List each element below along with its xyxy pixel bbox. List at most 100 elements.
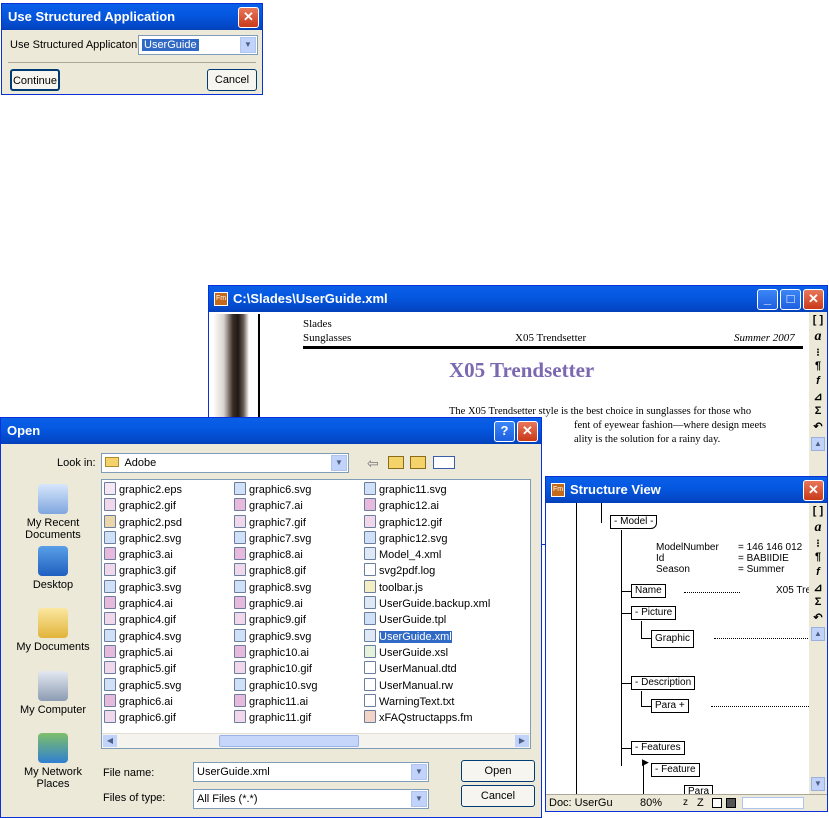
graphic-element[interactable]: Graphic bbox=[651, 630, 695, 648]
file-item[interactable]: graphic7.svg bbox=[234, 530, 318, 547]
scroll-left-button[interactable]: ◀ bbox=[103, 735, 117, 747]
zoom-in-button[interactable]: Z bbox=[697, 795, 704, 811]
file-item[interactable]: graphic8.svg bbox=[234, 579, 318, 596]
place-network[interactable]: My Network Places bbox=[5, 733, 101, 790]
files-of-type-select[interactable]: All Files (*.*) ▼ bbox=[193, 789, 429, 809]
file-item[interactable]: graphic6.svg bbox=[234, 482, 318, 498]
undo-icon[interactable]: ↶ bbox=[811, 611, 825, 624]
features-element[interactable]: - Features bbox=[631, 741, 685, 755]
file-item[interactable]: graphic9.gif bbox=[234, 612, 318, 628]
file-item[interactable]: toolbar.js bbox=[364, 579, 490, 596]
picture-element[interactable]: - Picture bbox=[631, 606, 677, 620]
minimize-button[interactable]: _ bbox=[757, 289, 778, 310]
place-desktop[interactable]: Desktop bbox=[5, 546, 101, 591]
graphics-icon[interactable]: ⊿ bbox=[811, 581, 825, 594]
help-button[interactable]: ? bbox=[494, 421, 515, 442]
file-item[interactable]: graphic4.ai bbox=[104, 596, 182, 612]
graphics-icon[interactable]: ⊿ bbox=[811, 390, 825, 403]
function-icon[interactable]: f bbox=[811, 566, 825, 578]
file-item[interactable]: graphic3.ai bbox=[104, 547, 182, 563]
file-item-selected[interactable]: UserGuide.xml bbox=[364, 628, 490, 645]
scroll-up-button[interactable]: ▲ bbox=[811, 627, 825, 641]
undo-icon[interactable]: ↶ bbox=[811, 420, 825, 433]
file-item[interactable]: graphic2.gif bbox=[104, 498, 182, 514]
element-bracket-icon[interactable]: [ ] bbox=[811, 505, 825, 517]
chevron-down-icon[interactable]: ▼ bbox=[240, 37, 256, 53]
file-item[interactable]: graphic10.ai bbox=[234, 644, 318, 661]
back-icon[interactable]: ⇦ bbox=[367, 455, 379, 472]
scroll-thumb[interactable] bbox=[219, 735, 359, 747]
file-item[interactable]: graphic4.svg bbox=[104, 628, 182, 645]
character-format-icon[interactable]: a bbox=[811, 520, 825, 536]
status-zoom[interactable]: 80% bbox=[640, 795, 662, 811]
file-item[interactable]: graphic9.ai bbox=[234, 596, 318, 612]
file-item[interactable]: graphic6.ai bbox=[104, 693, 182, 710]
chevron-down-icon[interactable]: ▼ bbox=[411, 791, 427, 807]
list-icon[interactable]: ⁝ bbox=[811, 537, 825, 550]
file-item[interactable]: graphic6.gif bbox=[104, 710, 182, 726]
close-button[interactable]: ✕ bbox=[517, 421, 538, 442]
file-item[interactable]: graphic11.gif bbox=[234, 710, 318, 726]
look-in-select[interactable]: Adobe ▼ bbox=[101, 453, 349, 473]
file-item[interactable]: graphic12.gif bbox=[364, 514, 490, 531]
scroll-down-button[interactable]: ▼ bbox=[811, 777, 825, 791]
close-button[interactable]: ✕ bbox=[803, 289, 824, 310]
file-list[interactable]: graphic2.eps graphic2.gif graphic2.psd g… bbox=[101, 479, 531, 749]
continue-button[interactable]: Continue bbox=[10, 69, 60, 91]
file-item[interactable]: graphic4.gif bbox=[104, 612, 182, 628]
new-folder-icon[interactable] bbox=[410, 456, 426, 469]
feature-element[interactable]: - Feature bbox=[651, 763, 700, 777]
file-item[interactable]: UserManual.rw bbox=[364, 677, 490, 694]
up-folder-icon[interactable] bbox=[388, 456, 404, 469]
file-item[interactable]: graphic3.gif bbox=[104, 563, 182, 579]
zoom-out-button[interactable]: z bbox=[683, 795, 688, 811]
status-icon-1[interactable] bbox=[712, 798, 722, 808]
file-item[interactable]: UserGuide.xsl bbox=[364, 644, 490, 661]
open-button[interactable]: Open bbox=[461, 760, 535, 782]
cancel-button[interactable]: Cancel bbox=[461, 785, 535, 807]
file-item[interactable]: graphic12.svg bbox=[364, 530, 490, 547]
file-item[interactable]: graphic5.gif bbox=[104, 661, 182, 677]
paragraph-icon[interactable]: ¶ bbox=[811, 551, 825, 563]
horizontal-scrollbar[interactable] bbox=[742, 797, 804, 809]
close-button[interactable]: ✕ bbox=[238, 7, 259, 28]
scroll-right-button[interactable]: ▶ bbox=[515, 735, 529, 747]
function-icon[interactable]: f bbox=[811, 375, 825, 387]
name-element[interactable]: Name bbox=[631, 584, 666, 598]
file-item[interactable]: graphic2.eps bbox=[104, 482, 182, 498]
file-item[interactable]: graphic10.gif bbox=[234, 661, 318, 677]
list-icon[interactable]: ⁝ bbox=[811, 346, 825, 359]
chevron-down-icon[interactable]: ▼ bbox=[331, 455, 347, 471]
close-button[interactable]: ✕ bbox=[803, 480, 824, 501]
file-item[interactable]: graphic8.ai bbox=[234, 547, 318, 563]
file-item[interactable]: graphic2.psd bbox=[104, 514, 182, 531]
file-item[interactable]: UserManual.dtd bbox=[364, 661, 490, 677]
chevron-down-icon[interactable]: ▼ bbox=[411, 764, 427, 780]
file-item[interactable]: svg2pdf.log bbox=[364, 563, 490, 579]
file-name-input[interactable]: UserGuide.xml ▼ bbox=[193, 762, 429, 782]
equation-icon[interactable]: Σ bbox=[811, 596, 825, 608]
file-item[interactable]: graphic5.ai bbox=[104, 644, 182, 661]
para-element[interactable]: Para + bbox=[651, 699, 689, 713]
equation-icon[interactable]: Σ bbox=[811, 405, 825, 417]
file-item[interactable]: graphic9.svg bbox=[234, 628, 318, 645]
file-item[interactable]: graphic7.ai bbox=[234, 498, 318, 514]
file-item[interactable]: WarningText.txt bbox=[364, 693, 490, 710]
file-item[interactable]: graphic11.ai bbox=[234, 693, 318, 710]
file-item[interactable]: graphic12.ai bbox=[364, 498, 490, 514]
cancel-button[interactable]: Cancel bbox=[207, 69, 257, 91]
element-bracket-icon[interactable]: [ ] bbox=[811, 314, 825, 326]
file-item[interactable]: Model_4.xml bbox=[364, 547, 490, 563]
place-my-documents[interactable]: My Documents bbox=[5, 608, 101, 653]
application-select[interactable]: UserGuide ▼ bbox=[138, 35, 258, 55]
file-item[interactable]: graphic5.svg bbox=[104, 677, 182, 694]
place-recent-documents[interactable]: My Recent Documents bbox=[5, 484, 101, 541]
file-item[interactable]: graphic3.svg bbox=[104, 579, 182, 596]
paragraph-icon[interactable]: ¶ bbox=[811, 360, 825, 372]
scroll-up-button[interactable]: ▲ bbox=[811, 437, 825, 451]
horizontal-scrollbar[interactable]: ◀ ▶ bbox=[102, 733, 530, 748]
place-my-computer[interactable]: My Computer bbox=[5, 671, 101, 716]
character-format-icon[interactable]: a bbox=[811, 329, 825, 345]
description-element[interactable]: - Description bbox=[631, 676, 696, 690]
file-item[interactable]: UserGuide.backup.xml bbox=[364, 596, 490, 612]
